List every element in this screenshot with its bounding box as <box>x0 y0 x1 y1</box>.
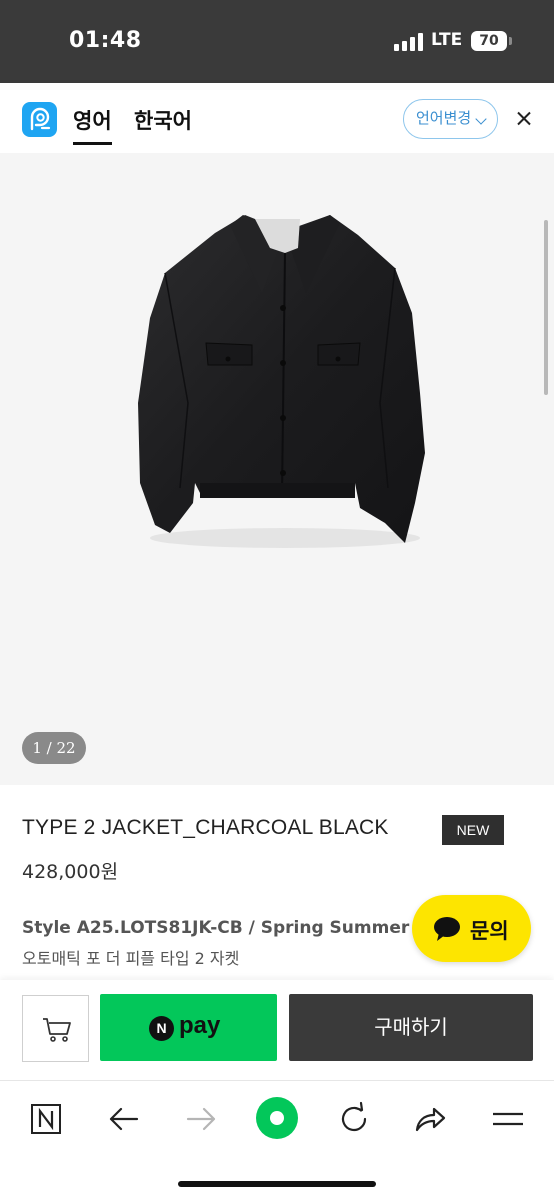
product-title: TYPE 2 JACKET_CHARCOAL BLACK <box>22 816 389 839</box>
product-description: 오토매틱 포 더 피플 타입 2 자켓 <box>22 949 240 968</box>
tab-korean[interactable]: 한국어 <box>134 105 192 135</box>
tab-english[interactable]: 영어 <box>73 105 112 145</box>
papago-logo-icon <box>22 102 57 137</box>
new-badge: NEW <box>442 815 504 845</box>
naver-home-icon[interactable] <box>28 1099 68 1139</box>
signal-icon <box>394 33 423 51</box>
status-bar: 01:48 LTE 70 <box>0 0 554 83</box>
network-type: LTE <box>431 30 463 50</box>
translate-bar: 영어 한국어 언어변경 <box>0 83 554 153</box>
inquiry-label: 문의 <box>470 919 509 943</box>
battery-icon: 70 <box>471 31 507 51</box>
screen: 01:48 LTE 70 영어 한국어 언어변경 1 / 22 TYPE 2 J… <box>0 0 554 1200</box>
forward-arrow-icon[interactable] <box>181 1099 221 1139</box>
change-language-button[interactable]: 언어변경 <box>403 99 498 139</box>
npay-n-badge: N <box>149 1016 174 1041</box>
home-indicator <box>178 1181 376 1187</box>
jacket-image <box>138 215 425 548</box>
buy-button[interactable]: 구매하기 <box>289 994 533 1061</box>
style-info: Style A25.LOTS81JK-CB / Spring Summer 20 <box>22 918 422 938</box>
npay-label: pay <box>179 1012 221 1039</box>
scrollbar[interactable] <box>544 220 548 395</box>
purchase-bar: N pay 구매하기 <box>0 980 554 1080</box>
refresh-icon[interactable] <box>334 1099 374 1139</box>
cart-icon <box>43 1018 71 1042</box>
close-icon[interactable] <box>513 108 535 130</box>
inquiry-button[interactable]: 문의 <box>412 895 531 962</box>
back-arrow-icon[interactable] <box>104 1099 144 1139</box>
share-icon[interactable] <box>410 1099 450 1139</box>
menu-icon[interactable] <box>488 1099 528 1139</box>
battery-tip <box>509 37 512 45</box>
change-language-label: 언어변경 <box>416 109 472 127</box>
image-counter: 1 / 22 <box>22 732 86 764</box>
speech-bubble-icon <box>434 917 460 941</box>
chevron-down-icon <box>475 113 487 125</box>
cart-button[interactable] <box>22 995 89 1062</box>
npay-button[interactable]: N pay <box>100 994 277 1061</box>
green-dot-icon[interactable] <box>256 1097 298 1139</box>
status-time: 01:48 <box>69 28 142 53</box>
product-price: 428,000원 <box>22 861 119 883</box>
product-image[interactable] <box>0 153 554 785</box>
